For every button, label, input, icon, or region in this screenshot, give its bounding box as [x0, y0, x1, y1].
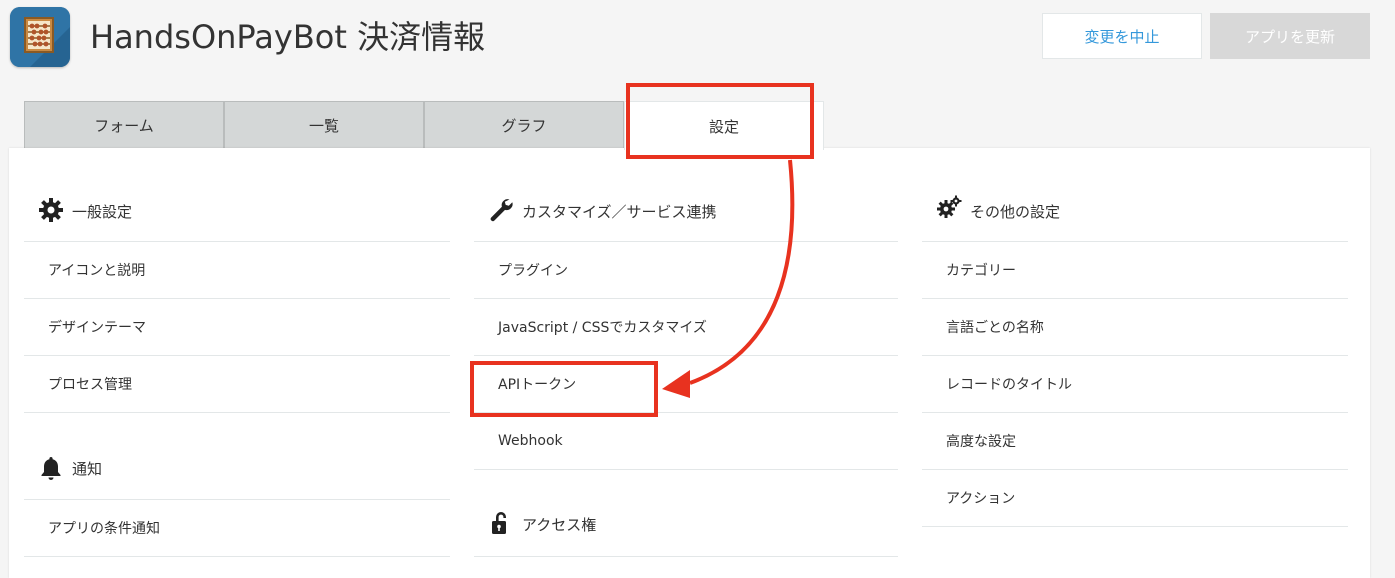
wrench-icon — [490, 199, 513, 222]
section-customize-header: カスタマイズ／サービス連携 — [474, 148, 898, 242]
menu-item-js-css-customize[interactable]: JavaScript / CSSでカスタマイズ — [474, 299, 898, 356]
menu-item-conditional-notification[interactable]: アプリの条件通知 — [24, 500, 450, 557]
section-access-header: アクセス権 — [474, 470, 898, 557]
gear-icon — [39, 198, 63, 222]
menu-item-actions[interactable]: アクション — [922, 470, 1348, 527]
tab-form[interactable]: フォーム — [24, 101, 224, 149]
menu-item-icon-description[interactable]: アイコンと説明 — [24, 242, 450, 299]
settings-panel: 一般設定 アイコンと説明 デザインテーマ プロセス管理 通知 アプリの条件通知 … — [9, 148, 1370, 578]
section-access-title: アクセス権 — [522, 516, 597, 534]
menu-item-plugins[interactable]: プラグイン — [474, 242, 898, 299]
menu-item-localized-names[interactable]: 言語ごとの名称 — [922, 299, 1348, 356]
menu-item-api-token[interactable]: APIトークン — [474, 356, 898, 413]
cancel-changes-button[interactable]: 変更を中止 — [1042, 13, 1202, 59]
tab-graph[interactable]: グラフ — [424, 101, 624, 149]
section-notifications-header: 通知 — [24, 413, 450, 500]
section-other-title: その他の設定 — [970, 203, 1061, 221]
bell-icon — [41, 457, 61, 480]
gears-icon — [937, 195, 962, 218]
menu-item-design-theme[interactable]: デザインテーマ — [24, 299, 450, 356]
update-app-button[interactable]: アプリを更新 — [1210, 13, 1370, 59]
section-notifications-title: 通知 — [72, 460, 103, 478]
unlock-icon — [492, 512, 506, 534]
abacus-icon — [10, 7, 70, 67]
menu-item-advanced-settings[interactable]: 高度な設定 — [922, 413, 1348, 470]
tab-settings[interactable]: 設定 — [624, 101, 824, 150]
menu-item-record-title[interactable]: レコードのタイトル — [922, 356, 1348, 413]
app-icon — [10, 7, 70, 67]
section-other-header: その他の設定 — [922, 148, 1348, 242]
section-general-header: 一般設定 — [24, 148, 450, 242]
section-general-title: 一般設定 — [72, 203, 133, 221]
tab-list[interactable]: 一覧 — [224, 101, 424, 149]
menu-item-category[interactable]: カテゴリー — [922, 242, 1348, 299]
section-customize-title: カスタマイズ／サービス連携 — [522, 203, 717, 221]
menu-item-webhook[interactable]: Webhook — [474, 413, 898, 470]
menu-item-process-management[interactable]: プロセス管理 — [24, 356, 450, 413]
page-title: HandsOnPayBot 決済情報 — [90, 18, 486, 56]
